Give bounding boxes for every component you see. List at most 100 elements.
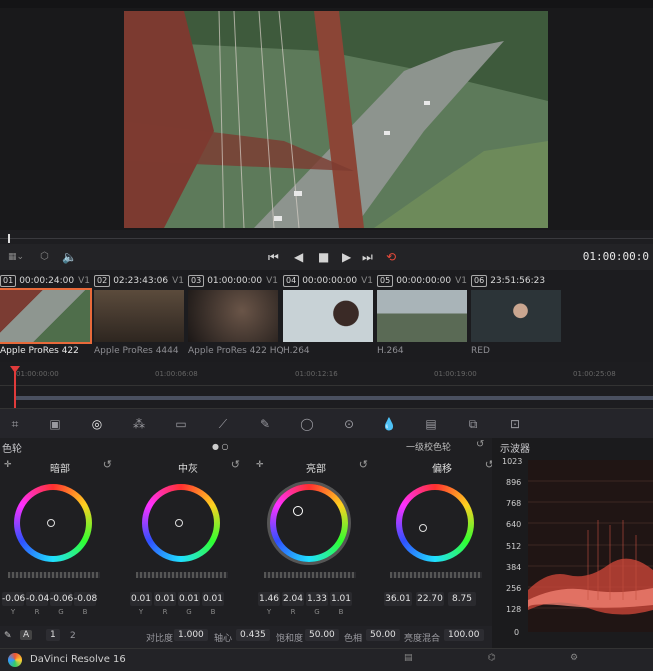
- reset-icon[interactable]: ↺: [231, 458, 240, 471]
- qualifier-icon[interactable]: ✎: [256, 415, 274, 433]
- clip-number: 06: [471, 275, 488, 287]
- rgb-mixer-icon[interactable]: ⁂: [130, 415, 148, 433]
- pen-icon[interactable]: ✎: [4, 631, 12, 641]
- master-slider[interactable]: [8, 572, 100, 578]
- clip-number: 02: [94, 275, 111, 287]
- page-dots[interactable]: ● ○: [212, 442, 229, 451]
- value-field[interactable]: -0.06: [50, 592, 73, 606]
- reverse-play-icon[interactable]: ◀: [294, 249, 303, 265]
- ruler-label: 01:00:06:08: [155, 370, 198, 378]
- clip-timecode: 02:23:43:06: [113, 276, 169, 286]
- channel-label: G: [58, 608, 64, 616]
- value-field[interactable]: 2.04: [282, 592, 304, 606]
- timecode-display: 01:00:00:0: [582, 250, 649, 263]
- curves-icon[interactable]: ⟋: [214, 415, 232, 433]
- channel-label: G: [186, 608, 192, 616]
- value-field[interactable]: 1.01: [330, 592, 352, 606]
- auto-icon[interactable]: A: [20, 630, 33, 640]
- color-wheels-icon[interactable]: ◎: [88, 415, 106, 433]
- value-field[interactable]: 22.70: [416, 592, 444, 606]
- value-field[interactable]: -0.06: [2, 592, 25, 606]
- clip-thumbnail[interactable]: 05 00:00:00:00 V1 H.264: [377, 274, 471, 358]
- clip-codec: H.264: [377, 346, 404, 356]
- clip-number: 05: [377, 275, 394, 287]
- clip-track: V1: [172, 276, 184, 286]
- clip-timecode: 23:51:56:23: [490, 276, 546, 286]
- bridge-image: [124, 11, 548, 228]
- value-field[interactable]: 0.01: [130, 592, 152, 606]
- panel-title: 色轮: [2, 444, 22, 455]
- layout-icon[interactable]: ▦⌄: [8, 249, 24, 265]
- value-field[interactable]: 0.01: [178, 592, 200, 606]
- skip-back-icon[interactable]: ⏮: [268, 249, 279, 265]
- clip-timecode: 00:00:00:00: [396, 276, 452, 286]
- hue-label: 色相: [344, 634, 363, 644]
- clip-thumbnail[interactable]: 06 23:51:56:23 RED: [471, 274, 565, 358]
- lum-mix-field[interactable]: 100.00: [444, 629, 484, 641]
- stop-icon[interactable]: ■: [318, 249, 329, 265]
- clip-track: V1: [361, 276, 373, 286]
- sizing-icon[interactable]: ⧉: [464, 415, 482, 433]
- clip-thumbnail[interactable]: 04 00:00:00:00 V1 H.264: [283, 274, 377, 358]
- lift-wheel[interactable]: ✛ 暗部 ↺ -0.06 -0.04 -0.06 -0.08 Y R G B: [0, 454, 120, 624]
- loop-icon[interactable]: ⟲: [386, 249, 396, 265]
- mini-timeline[interactable]: 01:00:00:00 01:00:06:08 01:00:12:16 01:0…: [0, 362, 653, 408]
- color-match-icon[interactable]: ▣: [46, 415, 64, 433]
- timeline-playhead[interactable]: [10, 366, 20, 408]
- pivot-field[interactable]: 0.435: [236, 629, 270, 641]
- scope-scale: 128: [506, 605, 522, 614]
- reset-all-icon[interactable]: ↺: [476, 439, 484, 450]
- saturation-field[interactable]: 50.00: [305, 629, 339, 641]
- clip-codec: H.264: [283, 346, 310, 356]
- value-field[interactable]: -0.08: [74, 592, 97, 606]
- master-slider[interactable]: [136, 572, 228, 578]
- clip-thumbnail[interactable]: 02 02:23:43:06 V1 Apple ProRes 4444: [94, 274, 188, 358]
- value-field[interactable]: 36.01: [384, 592, 412, 606]
- clip-codec: Apple ProRes 422: [0, 346, 79, 356]
- value-field[interactable]: 1.46: [258, 592, 280, 606]
- value-field[interactable]: 8.75: [448, 592, 476, 606]
- value-field[interactable]: 0.01: [202, 592, 224, 606]
- master-slider[interactable]: [264, 572, 356, 578]
- hue-field[interactable]: 50.00: [366, 629, 400, 641]
- gamma-wheel[interactable]: 中灰 ↺ 0.01 0.01 0.01 0.01 Y R G B: [128, 454, 248, 624]
- gain-wheel[interactable]: ✛ 亮部 ↺ 1.46 2.04 1.33 1.01 Y R G B: [256, 454, 376, 624]
- value-field[interactable]: 1.33: [306, 592, 328, 606]
- media-page-icon[interactable]: ▤: [404, 653, 413, 663]
- master-slider[interactable]: [390, 572, 482, 578]
- saturation-label: 饱和度: [276, 634, 304, 644]
- clip-codec: RED: [471, 346, 490, 356]
- channel-label: G: [314, 608, 320, 616]
- color-wheels-panel: 色轮 ● ○ 一级校色轮 ↺ ✛ 暗部 ↺ -0.06 -0.04 -0.06 …: [0, 438, 494, 648]
- page-2-button[interactable]: 2: [70, 631, 76, 641]
- value-field[interactable]: -0.04: [26, 592, 49, 606]
- wheel-mode-dropdown[interactable]: 一级校色轮: [406, 440, 451, 453]
- primary-adjustments-bar: ✎ A 1 2 对比度 1.000 轴心 0.435 饱和度 50.00 色相 …: [0, 626, 492, 648]
- viewer-scrubber[interactable]: [0, 230, 653, 244]
- scrub-playhead[interactable]: [8, 234, 10, 243]
- value-field[interactable]: 0.01: [154, 592, 176, 606]
- motion-effects-icon[interactable]: ▭: [172, 415, 190, 433]
- tracker-icon[interactable]: ⊙: [340, 415, 358, 433]
- clip-timecode: 00:00:24:00: [19, 276, 75, 286]
- clip-thumbnail[interactable]: 03 01:00:00:00 V1 Apple ProRes 422 HQ: [188, 274, 284, 358]
- speaker-icon[interactable]: 🔈: [62, 249, 77, 265]
- contrast-field[interactable]: 1.000: [174, 629, 208, 641]
- clip-icon[interactable]: ⬡: [40, 249, 49, 265]
- play-icon[interactable]: ▶: [342, 249, 351, 265]
- blur-icon[interactable]: 💧: [380, 415, 398, 433]
- clip-thumbnail[interactable]: 01 00:00:24:00 V1 Apple ProRes 422: [0, 274, 94, 358]
- reset-icon[interactable]: ↺: [359, 458, 368, 471]
- 3d-icon[interactable]: ⊡: [506, 415, 524, 433]
- color-page-icon[interactable]: ⚙: [570, 653, 578, 663]
- offset-wheel[interactable]: 偏移 ↺ 36.01 22.70 8.75: [382, 454, 502, 624]
- skip-forward-icon[interactable]: ⏭: [362, 249, 373, 265]
- key-icon[interactable]: ▤: [422, 415, 440, 433]
- channel-label: R: [34, 608, 40, 616]
- page-1-button[interactable]: 1: [46, 629, 60, 641]
- reset-icon[interactable]: ↺: [103, 458, 112, 471]
- edit-page-icon[interactable]: ⌬: [488, 653, 496, 663]
- camera-raw-icon[interactable]: ⌗: [6, 415, 24, 433]
- window-icon[interactable]: ◯: [298, 415, 316, 433]
- scope-scale: 512: [506, 542, 522, 551]
